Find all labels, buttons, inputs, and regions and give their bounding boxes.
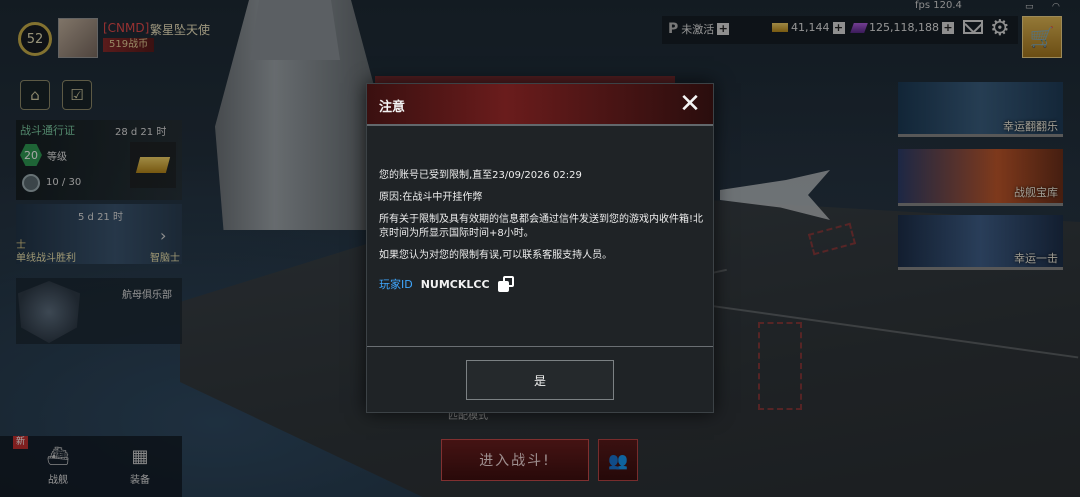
dialog-body: 您的账号已受到限制,直至23/09/2026 02:29 原因:在战斗中开挂作弊… <box>379 169 703 271</box>
restriction-info: 所有关于限制及具有效期的信息都会通过信件发送到您的游戏内收件箱!北京时间为所显示… <box>379 214 704 239</box>
support-info: 如果您认为对您的限制有误,可以联系客服支持人员。 <box>379 250 613 261</box>
restriction-reason: 原因:在战斗中开挂作弊 <box>379 192 483 203</box>
restriction-dialog: 注意 ✕ 您的账号已受到限制,直至23/09/2026 02:29 原因:在战斗… <box>366 83 714 413</box>
dialog-title: 注意 <box>379 100 406 115</box>
player-id-row: 玩家ID NUMCKLCC <box>379 276 514 292</box>
player-id-value: NUMCKLCC <box>420 277 490 291</box>
dialog-header <box>367 84 713 124</box>
divider <box>367 346 713 347</box>
divider <box>367 124 713 126</box>
close-icon[interactable]: ✕ <box>677 91 703 117</box>
player-id-label: 玩家ID <box>379 278 413 291</box>
confirm-button[interactable]: 是 <box>466 360 614 400</box>
copy-icon[interactable] <box>497 276 514 292</box>
restriction-notice: 您的账号已受到限制,直至23/09/2026 02:29 <box>379 170 582 181</box>
